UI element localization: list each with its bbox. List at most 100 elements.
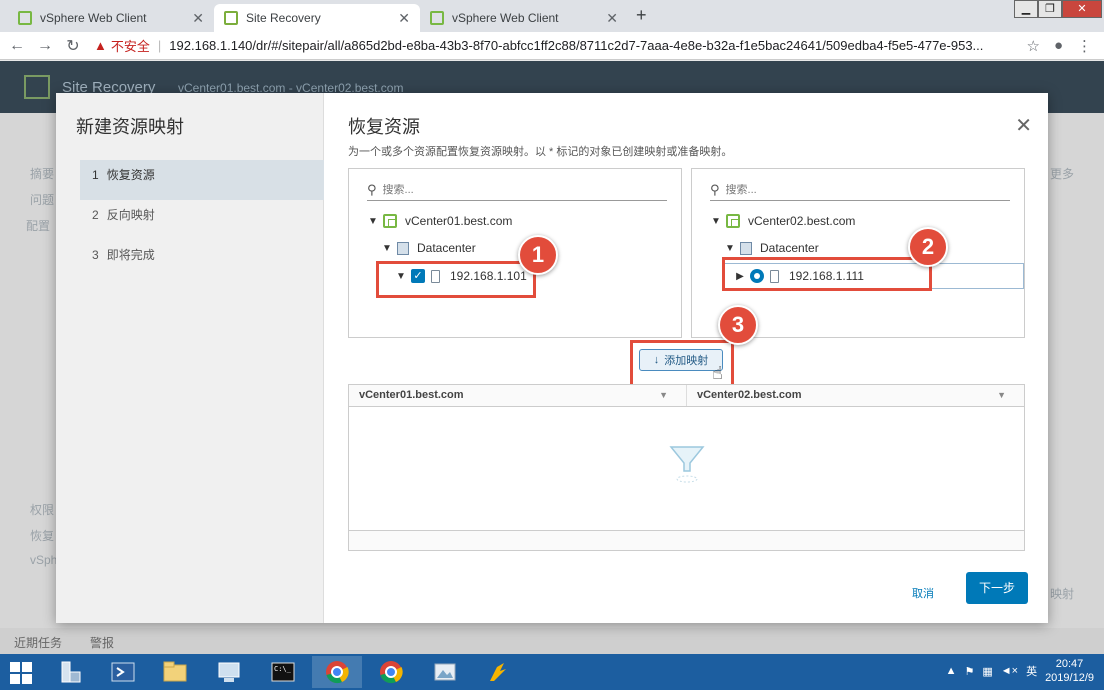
callout-box-1 xyxy=(376,261,536,298)
wizard-content: 恢复资源 为一个或多个资源配置恢复资源映射。以 * 标记的对象已创建映射或准备映… xyxy=(324,93,1048,623)
add-mapping-button[interactable]: ↓ 添加映射 xyxy=(639,349,723,371)
tab-title: vSphere Web Client xyxy=(452,11,559,25)
svg-text:C:\_: C:\_ xyxy=(274,665,292,673)
bookmark-star-icon[interactable]: ☆ xyxy=(1026,37,1039,55)
bg-nav-item: 恢复 xyxy=(30,529,55,543)
vcenter-icon xyxy=(726,214,740,228)
new-resource-mapping-dialog: 新建资源映射 1 恢复资源 2 反向映射 3 即将完成 恢复资源 为一个或多个资源配置… xyxy=(56,93,1048,623)
column-label: vCenter02.best.com xyxy=(697,389,802,401)
address-bar: ← → ↻ ▲ 不安全 | 192.168.1.140/dr/#/sitepai… xyxy=(0,32,1104,60)
close-window-button[interactable]: ✕ xyxy=(1062,0,1102,18)
grid-column-source[interactable]: vCenter01.best.com ▼ xyxy=(349,385,686,406)
datacenter-icon xyxy=(740,241,752,255)
command-prompt-icon[interactable]: C:\_ xyxy=(258,656,308,688)
bg-more-link: 更多 xyxy=(1050,167,1075,181)
page-title: 恢复资源 xyxy=(348,117,420,137)
tab-title: vSphere Web Client xyxy=(40,11,147,25)
wizard-step-1[interactable]: 1 恢复资源 xyxy=(80,160,324,200)
wizard-step-3[interactable]: 3 即将完成 xyxy=(80,240,324,280)
url-text[interactable]: 192.168.1.140/dr/#/sitepair/all/a865d2bd… xyxy=(169,38,1005,53)
recent-tasks-bar: 近期任务 警报 xyxy=(0,628,1104,654)
chevron-down-icon[interactable]: ▼ xyxy=(367,216,379,227)
close-tab-icon[interactable]: ✕ xyxy=(192,10,204,27)
step-label: 恢复资源 xyxy=(106,168,155,182)
mapping-grid: vCenter01.best.com ▼ vCenter02.best.com … xyxy=(348,384,1025,551)
server-manager-icon[interactable] xyxy=(46,656,96,688)
flag-icon[interactable]: ⚑ xyxy=(964,665,974,678)
network-tray-icon[interactable]: ▦ xyxy=(982,665,992,678)
wizard-steps: 1 恢复资源 2 反向映射 3 即将完成 xyxy=(80,160,324,280)
forward-icon[interactable]: → xyxy=(34,37,56,55)
start-button[interactable] xyxy=(10,662,32,684)
wizard-title: 新建资源映射 xyxy=(76,117,184,137)
menu-kebab-icon[interactable]: ⋮ xyxy=(1077,37,1092,55)
pin-app-icon[interactable] xyxy=(472,656,522,688)
window-controls: ▁ ❐ ✕ xyxy=(1014,0,1102,18)
new-tab-button[interactable]: + xyxy=(636,5,647,26)
bg-nav-item: vSph xyxy=(30,553,58,567)
browser-tab-vsphere-1[interactable]: vSphere Web Client ✕ xyxy=(8,4,214,32)
add-mapping-label: 添加映射 xyxy=(664,355,709,367)
callout-box-2 xyxy=(722,257,932,291)
tree-label: vCenter01.best.com xyxy=(405,214,513,228)
volume-icon[interactable]: ◄× xyxy=(1001,665,1018,677)
minimize-button[interactable]: ▁ xyxy=(1014,0,1038,18)
search-icon: ⚲ xyxy=(710,181,720,197)
tree-node-datacenter[interactable]: ▼ Datacenter xyxy=(381,238,476,258)
callout-badge-2: 2 xyxy=(908,227,948,267)
show-hidden-icons-icon[interactable]: ▲ xyxy=(946,665,957,677)
chevron-down-icon[interactable]: ▼ xyxy=(381,243,393,254)
bg-nav-item: 配置 xyxy=(26,219,51,233)
target-search: ⚲ xyxy=(710,179,1010,201)
filter-icon[interactable]: ▼ xyxy=(659,390,668,400)
vsphere-icon xyxy=(430,11,444,25)
step-number: 3 xyxy=(92,248,99,262)
powershell-icon[interactable] xyxy=(98,656,148,688)
tree-label: Datacenter xyxy=(760,241,819,255)
source-resource-panel: ⚲ ▼ vCenter01.best.com ▼ Datacenter ▼ ✓ … xyxy=(348,168,682,338)
site-recovery-logo-icon xyxy=(24,75,50,99)
image-viewer-icon[interactable] xyxy=(420,656,470,688)
profile-icon[interactable]: ● xyxy=(1054,37,1063,55)
callout-badge-3: 3 xyxy=(718,305,758,345)
target-search-input[interactable] xyxy=(725,183,986,196)
browser-actions: ☆ ● ⋮ xyxy=(1026,37,1092,55)
clock[interactable]: 20:47 2019/12/9 xyxy=(1045,657,1094,685)
tree-node-datacenter[interactable]: ▼ Datacenter xyxy=(724,238,819,258)
file-explorer-icon[interactable] xyxy=(150,656,200,688)
step-label: 即将完成 xyxy=(106,248,155,262)
browser-tab-site-recovery[interactable]: Site Recovery ✕ xyxy=(214,4,420,32)
chrome-icon-2[interactable] xyxy=(366,656,416,688)
omnibox[interactable]: ▲ 不安全 | 192.168.1.140/dr/#/sitepair/all/… xyxy=(94,36,1005,55)
alarms-tab[interactable]: 警报 xyxy=(90,634,114,651)
recent-tasks-tab[interactable]: 近期任务 xyxy=(14,634,62,651)
tree-node-vcenter01[interactable]: ▼ vCenter01.best.com xyxy=(367,211,512,231)
grid-header: vCenter01.best.com ▼ vCenter02.best.com … xyxy=(349,385,1024,407)
tree-node-vcenter02[interactable]: ▼ vCenter02.best.com xyxy=(710,211,855,231)
source-search-input[interactable] xyxy=(382,183,643,196)
filter-icon[interactable]: ▼ xyxy=(997,390,1006,400)
wizard-step-2[interactable]: 2 反向映射 xyxy=(80,200,324,240)
page-description: 为一个或多个资源配置恢复资源映射。以 * 标记的对象已创建映射或准备映射。 xyxy=(348,146,733,158)
chrome-icon[interactable] xyxy=(312,656,362,688)
close-tab-icon[interactable]: ✕ xyxy=(606,10,618,27)
cancel-button[interactable]: 取消 xyxy=(912,585,934,601)
input-language[interactable]: 英 xyxy=(1026,663,1037,679)
bg-nav-item: 问题 xyxy=(30,193,55,207)
browser-tab-bar: vSphere Web Client ✕ Site Recovery ✕ vSp… xyxy=(0,0,1104,32)
tab-title: Site Recovery xyxy=(246,11,321,25)
next-button[interactable]: 下一步 xyxy=(966,572,1028,604)
warning-icon: ▲ xyxy=(94,38,107,53)
column-label: vCenter01.best.com xyxy=(359,389,464,401)
restore-button[interactable]: ❐ xyxy=(1038,0,1062,18)
grid-column-target[interactable]: vCenter02.best.com ▼ xyxy=(686,385,1024,406)
reload-icon[interactable]: ↻ xyxy=(62,36,84,56)
chevron-down-icon[interactable]: ▼ xyxy=(710,216,722,227)
close-dialog-icon[interactable]: ✕ xyxy=(1015,113,1032,138)
search-icon: ⚲ xyxy=(367,181,377,197)
network-icon[interactable] xyxy=(204,656,254,688)
browser-tab-vsphere-2[interactable]: vSphere Web Client ✕ xyxy=(420,4,628,32)
chevron-down-icon[interactable]: ▼ xyxy=(724,243,736,254)
back-icon[interactable]: ← xyxy=(6,37,28,55)
close-tab-icon[interactable]: ✕ xyxy=(398,10,410,27)
